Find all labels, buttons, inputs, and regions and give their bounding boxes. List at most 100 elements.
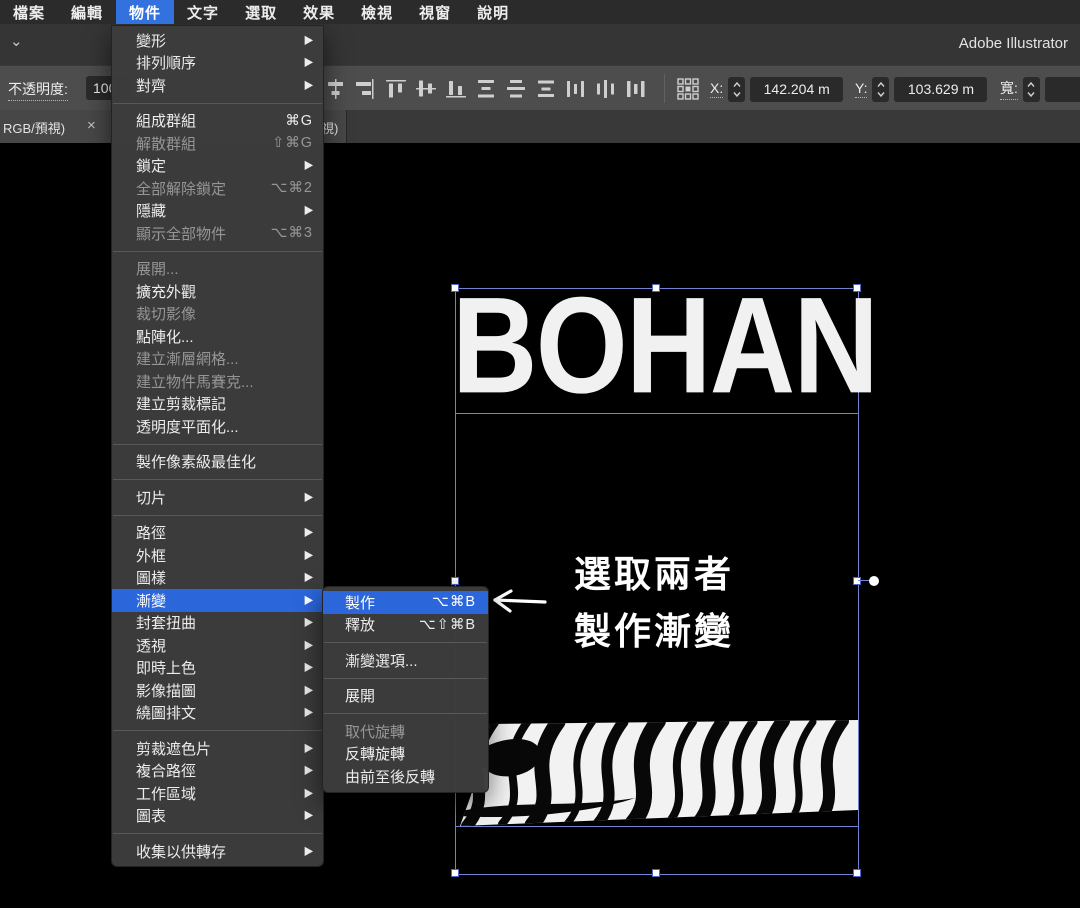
menu-item-label: 建立漸層網格... [136,351,239,369]
horizontal-distribute-left-icon[interactable] [565,78,587,100]
menu-item[interactable]: 切片 ▶ [112,486,323,509]
annotation-line-1: 選取兩者 [574,554,734,595]
menubar-item[interactable]: 檢視 [348,0,406,24]
menu-item[interactable]: 展開 [323,685,488,708]
vertical-align-top-icon[interactable] [385,78,407,100]
reference-point-icon[interactable] [676,77,700,101]
chevron-down-icon[interactable]: ⌄ [10,32,23,50]
menu-item[interactable]: 複合路徑 ▶ [112,760,323,783]
menubar-item[interactable]: 編輯 [58,0,116,24]
menu-item[interactable]: 建立剪裁標記 [112,393,323,416]
annotation-text: 選取兩者 製作漸變 [574,546,734,660]
menubar-item[interactable]: 選取 [232,0,290,24]
menu-item[interactable]: 變形 ▶ [112,29,323,52]
menu-item[interactable]: 隱藏 ▶ [112,200,323,223]
menu-item[interactable]: 透視 ▶ [112,634,323,657]
menubar-item[interactable]: 檔案 [0,0,58,24]
menu-item-label: 即時上色 [136,660,197,678]
opacity-label[interactable]: 不透明度: [8,79,68,101]
selection-handle[interactable] [451,284,459,292]
vertical-align-bottom-icon[interactable] [445,78,467,100]
horizontal-align-right-icon[interactable] [355,78,377,100]
menu-item-label: 裁切影像 [136,306,197,324]
menu-item: 展開... [112,258,323,281]
menu-item[interactable]: 對齊 ▶ [112,74,323,97]
blended-wave-graphic[interactable] [455,716,858,828]
menubar-item[interactable]: 文字 [174,0,232,24]
menu-separator [113,443,322,445]
menu-item: 取代旋轉 [323,720,488,743]
width-stepper[interactable] [1022,76,1040,102]
x-label[interactable]: X: [710,80,724,98]
vertical-distribute-bottom-icon[interactable] [535,78,557,100]
vertical-align-center-icon[interactable] [415,78,437,100]
menu-item-label: 解散群組 [136,135,197,153]
submenu-arrow-icon: ▶ [304,490,314,504]
menu-item[interactable]: 即時上色 ▶ [112,657,323,680]
selection-handle[interactable] [652,284,660,292]
menu-item-label: 製作像素級最佳化 [136,454,257,472]
selection-handle[interactable] [451,577,459,585]
menubar-item[interactable]: 說明 [464,0,522,24]
menu-item: 裁切影像 [112,303,323,326]
menubar-item[interactable]: 效果 [290,0,348,24]
menu-item[interactable]: 製作 ⌥⌘B [323,591,488,614]
width-input[interactable]: 80.6 [1044,76,1080,102]
menu-item[interactable]: 外框 ▶ [112,544,323,567]
menu-item[interactable]: 影像描圖 ▶ [112,679,323,702]
menu-item[interactable]: 漸變 ▶ [112,589,323,612]
menu-item-label: 漸變選項... [345,652,418,670]
vertical-distribute-center-icon[interactable] [505,78,527,100]
horizontal-align-center-icon[interactable] [325,78,347,100]
selection-handle[interactable] [451,869,459,877]
menu-item[interactable]: 釋放 ⌥⇧⌘B [323,614,488,637]
selection-handle[interactable] [853,577,861,585]
menu-item[interactable]: 封套扭曲 ▶ [112,612,323,635]
menu-separator [324,677,487,679]
menu-item[interactable]: 透明度平面化... [112,415,323,438]
y-label[interactable]: Y: [855,80,868,98]
selection-widget-handle[interactable] [869,576,879,586]
menu-item[interactable]: 鎖定 ▶ [112,155,323,178]
bohan-text[interactable]: BOHAN [452,277,879,415]
vertical-distribute-top-icon[interactable] [475,78,497,100]
menu-item[interactable]: 圖表 ▶ [112,805,323,828]
menu-item[interactable]: 繞圖排文 ▶ [112,702,323,725]
x-stepper[interactable] [728,76,746,102]
selection-handle[interactable] [853,284,861,292]
menu-item[interactable]: 排列順序 ▶ [112,52,323,75]
menu-item-label: 展開... [136,261,179,279]
close-tab-icon[interactable]: × [87,117,96,134]
menu-item-shortcut: ⌥⌘B [432,594,476,611]
menubar-item[interactable]: 物件 [116,0,175,24]
menu-item-label: 由前至後反轉 [345,768,436,786]
submenu-arrow-icon: ▶ [304,571,314,585]
menu-item[interactable]: 製作像素級最佳化 [112,451,323,474]
menu-item[interactable]: 路徑 ▶ [112,522,323,545]
menu-item[interactable]: 工作區域 ▶ [112,782,323,805]
menu-item[interactable]: 反轉旋轉 [323,743,488,766]
menu-item-shortcut: ⌥⌘3 [270,225,313,242]
menu-item[interactable]: 漸變選項... [323,649,488,672]
horizontal-distribute-center-icon[interactable] [595,78,617,100]
menu-item-label: 切片 [136,489,167,507]
menu-item-label: 外框 [136,547,167,565]
menu-item-label: 釋放 [345,617,376,635]
y-stepper[interactable] [872,76,890,102]
menu-item[interactable]: 點陣化... [112,325,323,348]
x-input[interactable]: 142.204 m [750,76,844,102]
menu-item[interactable]: 由前至後反轉 [323,765,488,788]
menu-item[interactable]: 組成群組 ⌘G [112,110,323,133]
selection-handle[interactable] [853,869,861,877]
menu-item[interactable]: 圖樣 ▶ [112,567,323,590]
y-input[interactable]: 103.629 m [894,76,988,102]
menu-item-label: 取代旋轉 [345,723,406,741]
menu-item[interactable]: 剪裁遮色片 ▶ [112,737,323,760]
width-label[interactable]: 寬: [1000,78,1018,100]
menubar-item[interactable]: 視窗 [406,0,464,24]
selection-handle[interactable] [652,869,660,877]
document-tab-1[interactable]: RGB/預視) [3,118,65,137]
menu-item[interactable]: 擴充外觀 [112,280,323,303]
menu-item[interactable]: 收集以供轉存 ▶ [112,840,323,863]
horizontal-distribute-right-icon[interactable] [625,78,647,100]
